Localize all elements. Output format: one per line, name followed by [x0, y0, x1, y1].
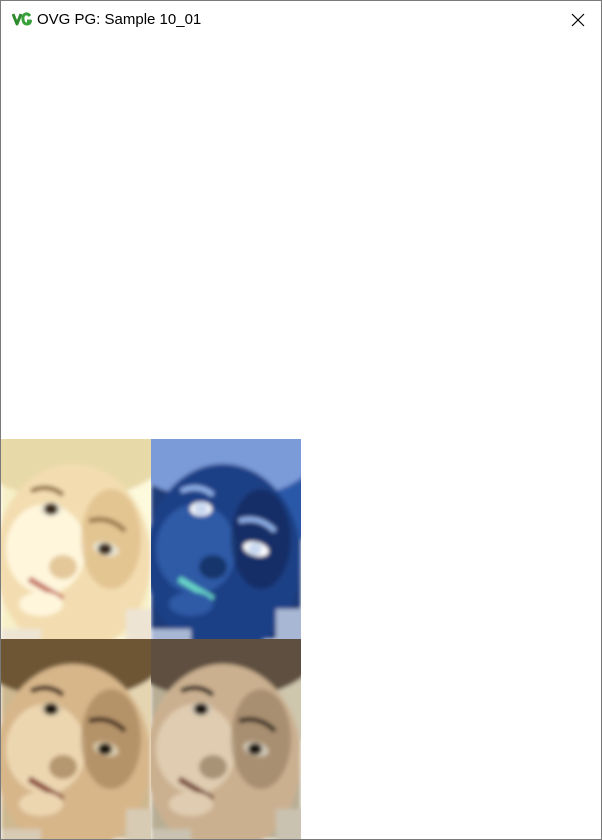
baby-photo-inverted: [151, 439, 301, 639]
close-button[interactable]: [555, 1, 601, 38]
window-title: OVG PG: Sample 10_01: [37, 11, 202, 28]
image-grid: [1, 439, 301, 839]
app-window: OVG PG: Sample 10_01: [0, 0, 602, 840]
title-bar[interactable]: OVG PG: Sample 10_01: [1, 1, 601, 38]
baby-photo-sepia: [1, 639, 151, 839]
close-icon: [571, 13, 585, 27]
ovg-logo-icon: [11, 12, 33, 26]
baby-photo-original: [1, 439, 151, 639]
client-area: [1, 38, 601, 839]
baby-photo-desaturated: [151, 639, 301, 839]
